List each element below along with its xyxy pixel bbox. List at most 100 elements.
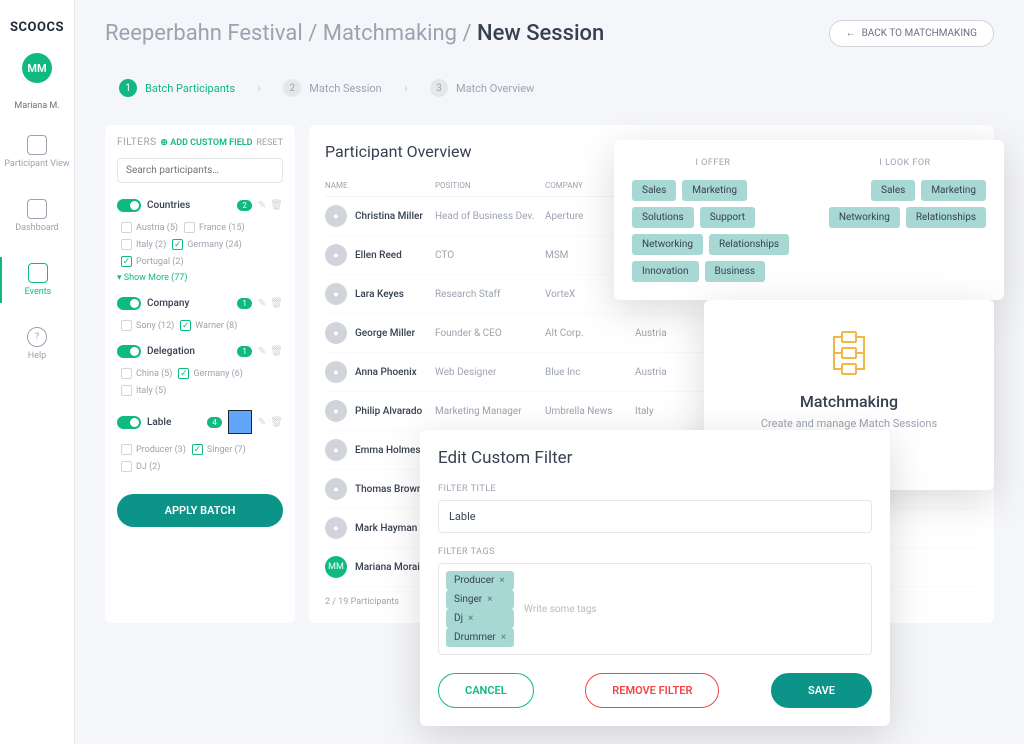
filter-option[interactable]: Italy (2) xyxy=(121,239,166,250)
overview-title: Participant Overview xyxy=(325,142,472,161)
remove-tag-icon[interactable]: × xyxy=(468,613,473,624)
modal-title: Edit Custom Filter xyxy=(438,448,872,468)
nav-dashboard[interactable]: Dashboard xyxy=(0,193,74,239)
checkbox-icon xyxy=(121,239,132,250)
tag-chip: Dj× xyxy=(446,609,514,628)
tag[interactable]: Business xyxy=(705,261,765,282)
save-button[interactable]: SAVE xyxy=(771,673,872,708)
tag[interactable]: Solutions xyxy=(632,207,694,228)
user-name: Mariana M. xyxy=(14,101,59,111)
tag[interactable]: Innovation xyxy=(632,261,699,282)
show-more-button[interactable]: ▾ Show More (77) xyxy=(117,273,283,283)
match-subtitle: Create and manage Match Sessions xyxy=(724,417,974,430)
tag[interactable]: Networking xyxy=(632,234,703,255)
toggle[interactable] xyxy=(117,416,141,429)
help-icon: ? xyxy=(27,327,47,347)
toggle[interactable] xyxy=(117,297,141,310)
step-3[interactable]: 3Match Overview xyxy=(416,71,548,105)
color-swatch[interactable] xyxy=(228,410,252,434)
tag[interactable]: Marketing xyxy=(921,180,986,201)
search-input[interactable] xyxy=(117,158,283,183)
delete-icon[interactable]: 🗑 xyxy=(270,200,283,211)
tag[interactable]: Relationships xyxy=(709,234,789,255)
delete-icon[interactable]: 🗑 xyxy=(270,346,283,357)
count-badge: 2 xyxy=(237,200,252,211)
checkbox-icon: ✓ xyxy=(121,256,132,267)
checkbox-icon: ✓ xyxy=(192,444,203,455)
filter-option[interactable]: ✓Singer (7) xyxy=(192,444,246,455)
back-button[interactable]: ←BACK TO MATCHMAKING xyxy=(829,20,994,47)
sidebar: SCOOCS MM Mariana M. Participant View Da… xyxy=(0,0,75,744)
checkbox-icon xyxy=(121,320,132,331)
remove-tag-icon[interactable]: × xyxy=(487,594,492,605)
apply-batch-button[interactable]: APPLY BATCH xyxy=(117,494,283,527)
reset-button[interactable]: RESET xyxy=(256,138,283,148)
filter-title-label: FILTER TITLE xyxy=(438,484,872,494)
edit-filter-modal: Edit Custom Filter FILTER TITLE FILTER T… xyxy=(420,430,890,726)
gauge-icon xyxy=(27,199,47,219)
avatar: ● xyxy=(325,205,347,227)
remove-tag-icon[interactable]: × xyxy=(499,575,504,586)
filter-option[interactable]: Sony (12) xyxy=(121,320,174,331)
count-badge: 1 xyxy=(237,298,252,309)
tag[interactable]: Sales xyxy=(871,180,915,201)
filter-name: Company xyxy=(147,298,231,309)
nav-participant-view[interactable]: Participant View xyxy=(0,129,74,175)
filter-option[interactable]: DJ (2) xyxy=(121,461,160,472)
filter-title-input[interactable] xyxy=(438,500,872,533)
filter-tags-input[interactable]: Producer× Singer× Dj× Drummer× Write som… xyxy=(438,563,872,655)
checkbox-icon xyxy=(121,444,132,455)
filter-option[interactable]: Producer (3) xyxy=(121,444,186,455)
remove-filter-button[interactable]: REMOVE FILTER xyxy=(585,673,719,708)
edit-icon[interactable]: ✎ xyxy=(258,417,266,428)
step-1[interactable]: 1Batch Participants xyxy=(105,71,249,105)
match-title: Matchmaking xyxy=(724,392,974,411)
edit-icon[interactable]: ✎ xyxy=(258,298,266,309)
nav-events[interactable]: Events xyxy=(0,257,74,303)
filter-option[interactable]: ✓Portugal (2) xyxy=(121,256,184,267)
filter-option[interactable]: ✓Germany (24) xyxy=(172,239,242,250)
tag[interactable]: Support xyxy=(700,207,755,228)
grid-icon xyxy=(27,135,47,155)
checkbox-icon: ✓ xyxy=(172,239,183,250)
tag[interactable]: Networking xyxy=(829,207,900,228)
tag[interactable]: Marketing xyxy=(682,180,747,201)
avatar: ● xyxy=(325,322,347,344)
checkbox-icon xyxy=(121,368,132,379)
edit-icon[interactable]: ✎ xyxy=(258,346,266,357)
avatar: MM xyxy=(325,556,347,578)
tag[interactable]: Relationships xyxy=(906,207,986,228)
filters-panel: FILTERS ⊕ ADD CUSTOM FIELD RESET Countri… xyxy=(105,125,295,623)
user-avatar[interactable]: MM xyxy=(22,53,52,83)
delete-icon[interactable]: 🗑 xyxy=(270,298,283,309)
edit-icon[interactable]: ✎ xyxy=(258,200,266,211)
avatar: ● xyxy=(325,361,347,383)
delete-icon[interactable]: 🗑 xyxy=(270,417,283,428)
filter-option[interactable]: ✓Warner (8) xyxy=(180,320,237,331)
filter-option[interactable]: ✓Germany (6) xyxy=(178,368,242,379)
checkbox-icon: ✓ xyxy=(178,368,189,379)
tag[interactable]: Sales xyxy=(632,180,676,201)
filter-option[interactable]: Austria (5) xyxy=(121,222,178,233)
add-custom-field-button[interactable]: ⊕ ADD CUSTOM FIELD xyxy=(160,138,252,148)
filter-name: Delegation xyxy=(147,346,231,357)
avatar: ● xyxy=(325,283,347,305)
filter-option[interactable]: France (15) xyxy=(184,222,245,233)
avatar: ● xyxy=(325,244,347,266)
toggle[interactable] xyxy=(117,345,141,358)
page-header: Reeperbahn Festival / Matchmaking / New … xyxy=(105,20,994,47)
remove-tag-icon[interactable]: × xyxy=(501,632,506,643)
avatar: ● xyxy=(325,478,347,500)
modal-cancel-button[interactable]: CANCEL xyxy=(438,673,534,708)
breadcrumb: Reeperbahn Festival / Matchmaking / New … xyxy=(105,21,604,46)
avatar: ● xyxy=(325,439,347,461)
nav-help[interactable]: ?Help xyxy=(0,321,74,367)
filter-option[interactable]: China (5) xyxy=(121,368,172,379)
filter-option[interactable]: Italy (5) xyxy=(121,385,166,396)
checkbox-icon: ✓ xyxy=(180,320,191,331)
avatar: ● xyxy=(325,517,347,539)
step-2[interactable]: 2Match Session xyxy=(269,71,395,105)
checkbox-icon xyxy=(121,461,132,472)
toggle[interactable] xyxy=(117,199,141,212)
checkbox-icon xyxy=(121,385,132,396)
